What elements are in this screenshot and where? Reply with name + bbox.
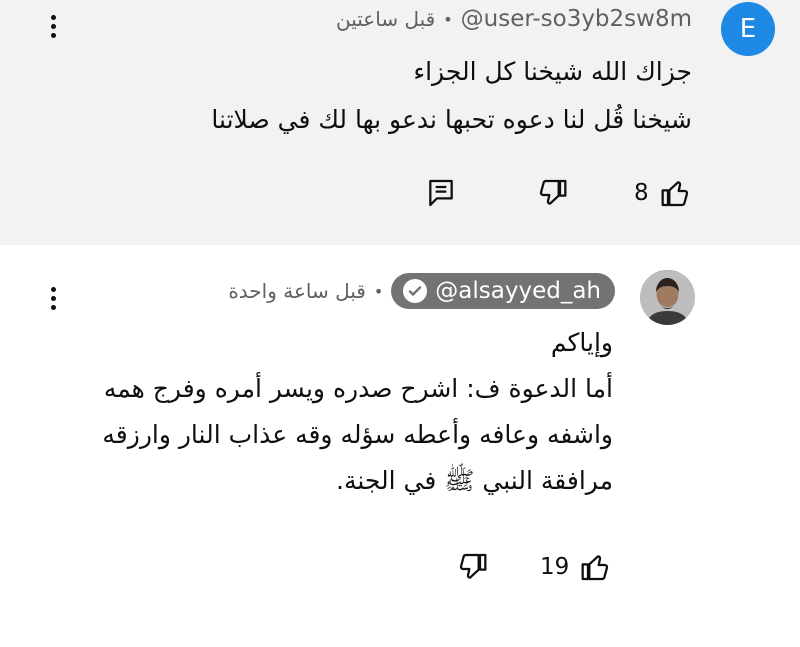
avatar-letter: E <box>739 14 757 44</box>
comment-text: جزاك الله شيخنا كل الجزاء شيخنا قُل لنا … <box>211 48 692 144</box>
separator-dot: • <box>373 281 384 301</box>
reply-line: مرافقة النبي ﷺ في الجنة. <box>336 466 613 495</box>
avatar[interactable]: E <box>721 2 775 56</box>
reply-header: @alsayyed_ah • قبل ساعة واحدة <box>228 272 615 310</box>
comment-author-handle[interactable]: @user-so3yb2sw8m <box>461 6 692 32</box>
more-dot <box>50 304 56 310</box>
comment-card: E @user-so3yb2sw8m • قبل ساعتين جزاك الل… <box>0 0 800 245</box>
reply-timestamp: قبل ساعة واحدة <box>228 279 366 303</box>
avatar[interactable] <box>640 270 695 325</box>
reply-line: وإياكم <box>550 328 613 357</box>
separator-dot: • <box>443 9 453 29</box>
comment-timestamp: قبل ساعتين <box>336 7 436 31</box>
more-dot <box>50 295 56 301</box>
more-dot <box>50 32 56 38</box>
like-count: 19 <box>540 554 570 580</box>
reply-line: واشفه وعافه وأعطه سؤله وقه عذاب النار وا… <box>102 420 613 449</box>
comment-line: جزاك الله شيخنا كل الجزاء <box>413 57 692 86</box>
reply-card: @alsayyed_ah • قبل ساعة واحدة وإياكم أما… <box>0 245 800 647</box>
reply-icon[interactable] <box>425 177 457 209</box>
thumbs-up-icon[interactable] <box>580 551 612 583</box>
more-dot <box>50 14 56 20</box>
comment-header: @user-so3yb2sw8m • قبل ساعتين <box>336 4 692 34</box>
like-count: 8 <box>634 180 649 206</box>
comment-line: شيخنا قُل لنا دعوه تحبها ندعو بها لك في … <box>211 105 692 134</box>
more-dot <box>50 23 56 29</box>
reply-text: وإياكم أما الدعوة ف: اشرح صدره ويسر أمره… <box>102 320 613 504</box>
thumbs-up-icon[interactable] <box>660 177 692 209</box>
more-options-button[interactable] <box>38 278 68 318</box>
thumbs-down-icon[interactable] <box>456 551 488 583</box>
thumbs-down-icon[interactable] <box>536 177 568 209</box>
reply-line: أما الدعوة ف: اشرح صدره ويسر أمره وفرج ه… <box>103 374 613 403</box>
more-dot <box>50 286 56 292</box>
verified-check-icon <box>403 279 428 303</box>
reply-author-handle: @alsayyed_ah <box>435 278 601 304</box>
verified-author-badge[interactable]: @alsayyed_ah <box>391 273 615 309</box>
more-options-button[interactable] <box>38 6 68 46</box>
profile-photo-icon <box>640 270 695 325</box>
